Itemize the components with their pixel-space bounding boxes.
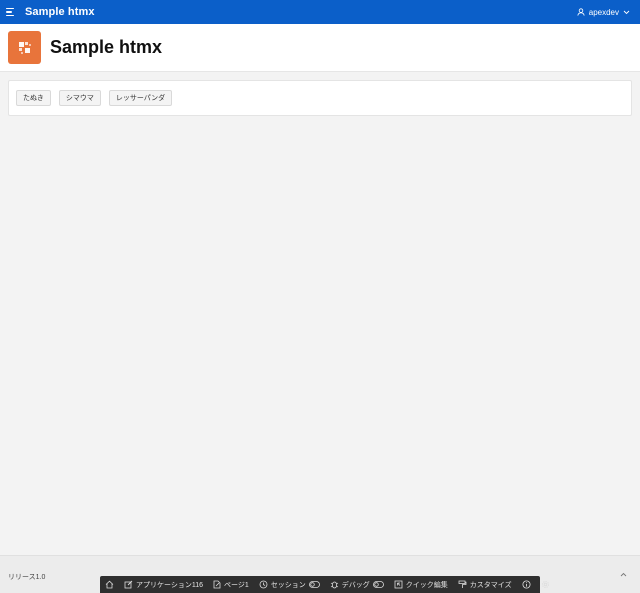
page-title: Sample htmx xyxy=(50,37,163,57)
user-name: apexdev xyxy=(588,7,619,17)
app-grid-icon xyxy=(8,31,41,64)
paint-roller-icon xyxy=(458,580,467,588)
dev-customize-label: カスタマイズ xyxy=(469,581,512,589)
dev-debug-label: デバッグ xyxy=(341,581,370,589)
chevron-down-icon xyxy=(623,10,630,14)
quick-edit-icon xyxy=(394,580,403,589)
dev-page-button[interactable]: ページ1 xyxy=(208,576,254,593)
scroll-to-top-icon[interactable] xyxy=(618,569,628,579)
button-region: たぬき シマウマ レッサーパンダ xyxy=(8,80,632,116)
home-icon xyxy=(105,580,114,589)
dev-quick-edit-button[interactable]: クイック編集 xyxy=(389,576,453,593)
developer-toolbar: アプリケーション116 ページ1 セッション デバッグ クイック編集 カスタマイ… xyxy=(100,576,549,593)
bug-icon xyxy=(330,581,338,589)
menu-toggle-icon[interactable] xyxy=(6,6,20,18)
dev-application-label: アプリケーション116 xyxy=(136,581,204,589)
hero-region: Sample htmx xyxy=(0,24,640,72)
release-label: リリース1.0 xyxy=(8,574,46,581)
info-icon xyxy=(522,580,531,589)
dev-home-button[interactable] xyxy=(100,576,119,593)
zebra-button[interactable]: シマウマ xyxy=(58,90,101,106)
dev-info-button[interactable] xyxy=(517,576,536,593)
toggle-icon xyxy=(308,581,320,588)
top-navigation-bar: Sample htmx apexdev xyxy=(0,0,640,24)
dev-application-button[interactable]: アプリケーション116 xyxy=(119,576,208,593)
dev-settings-button[interactable] xyxy=(536,576,555,593)
session-icon xyxy=(259,580,268,589)
app-title[interactable]: Sample htmx xyxy=(25,6,95,18)
dev-quick-edit-label: クイック編集 xyxy=(405,581,448,589)
user-menu[interactable]: apexdev xyxy=(577,0,630,24)
dev-session-label: セッション xyxy=(270,581,306,589)
dev-page-label: ページ1 xyxy=(224,581,249,589)
red-panda-button[interactable]: レッサーパンダ xyxy=(108,90,173,106)
tanuki-button[interactable]: たぬき xyxy=(16,90,51,106)
gear-icon xyxy=(541,580,549,589)
user-icon xyxy=(577,8,585,16)
edit-application-icon xyxy=(124,580,133,589)
toggle-icon xyxy=(372,581,384,588)
edit-page-icon xyxy=(213,580,221,589)
dev-debug-button[interactable]: デバッグ xyxy=(325,576,389,593)
dev-session-button[interactable]: セッション xyxy=(254,576,325,593)
dev-customize-button[interactable]: カスタマイズ xyxy=(453,576,517,593)
